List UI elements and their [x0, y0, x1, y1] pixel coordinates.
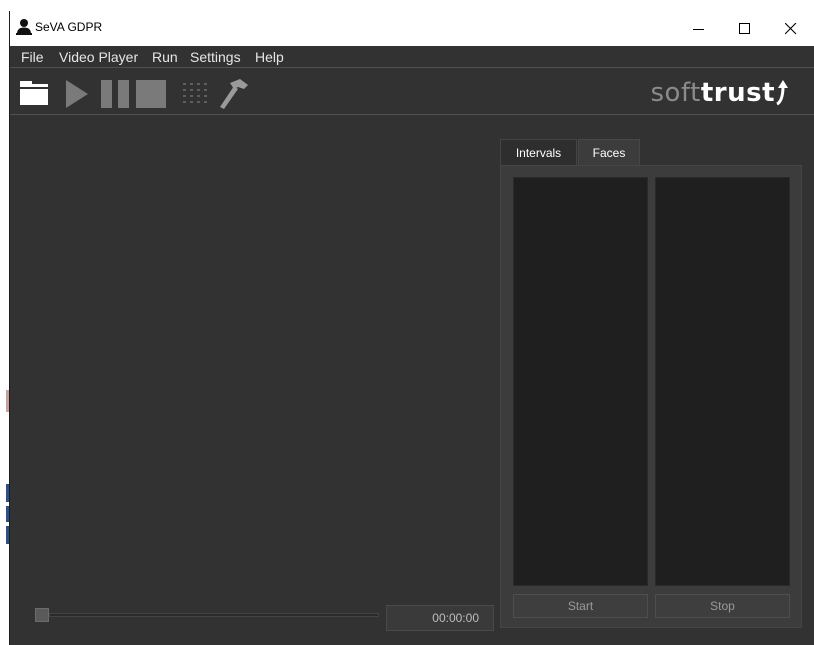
background-desktop-edge	[0, 0, 9, 645]
minimize-icon	[693, 29, 704, 30]
pause-icon[interactable]	[101, 80, 131, 112]
folder-open-icon[interactable]	[20, 81, 50, 109]
brand-arrow-icon	[775, 80, 789, 110]
menu-run[interactable]: Run	[152, 50, 178, 64]
start-button[interactable]: Start	[513, 594, 648, 618]
menu-video-player[interactable]: Video Player	[59, 50, 138, 64]
menu-file[interactable]: File	[21, 50, 44, 64]
seek-slider-handle[interactable]	[35, 608, 49, 622]
menu-settings[interactable]: Settings	[190, 50, 241, 64]
tab-intervals[interactable]: Intervals	[500, 139, 577, 166]
time-display: 00:00:00	[386, 605, 494, 631]
minimize-button[interactable]	[676, 11, 722, 46]
tab-faces[interactable]: Faces	[578, 139, 640, 166]
intervals-panel: Start Stop	[500, 165, 802, 628]
video-display[interactable]: 00:00:00	[10, 116, 500, 645]
title-bar[interactable]: SeVA GDPR	[10, 11, 814, 46]
maximize-icon	[739, 23, 750, 34]
window-title: SeVA GDPR	[35, 20, 103, 34]
hammer-icon[interactable]	[218, 79, 250, 113]
toolbar: softtrust	[10, 69, 814, 115]
menu-help[interactable]: Help	[255, 50, 284, 64]
brand-logo: softtrust	[650, 78, 775, 108]
brand-soft: soft	[650, 78, 701, 108]
menu-bar: File Video Player Run Settings Help	[10, 46, 814, 68]
grid-dots-icon[interactable]	[182, 81, 210, 111]
close-button[interactable]	[768, 11, 814, 46]
close-icon	[785, 23, 797, 35]
stop-button[interactable]: Stop	[655, 594, 790, 618]
seek-track[interactable]	[49, 613, 379, 617]
app-window: SeVA GDPR File Video Player Run Settings…	[9, 11, 814, 645]
user-shield-icon	[15, 18, 33, 36]
brand-trust: trust	[700, 78, 775, 108]
maximize-button[interactable]	[722, 11, 768, 46]
stop-icon[interactable]	[136, 80, 168, 112]
play-icon[interactable]	[66, 80, 90, 112]
start-times-list[interactable]	[513, 177, 648, 586]
stop-times-list[interactable]	[655, 177, 790, 586]
